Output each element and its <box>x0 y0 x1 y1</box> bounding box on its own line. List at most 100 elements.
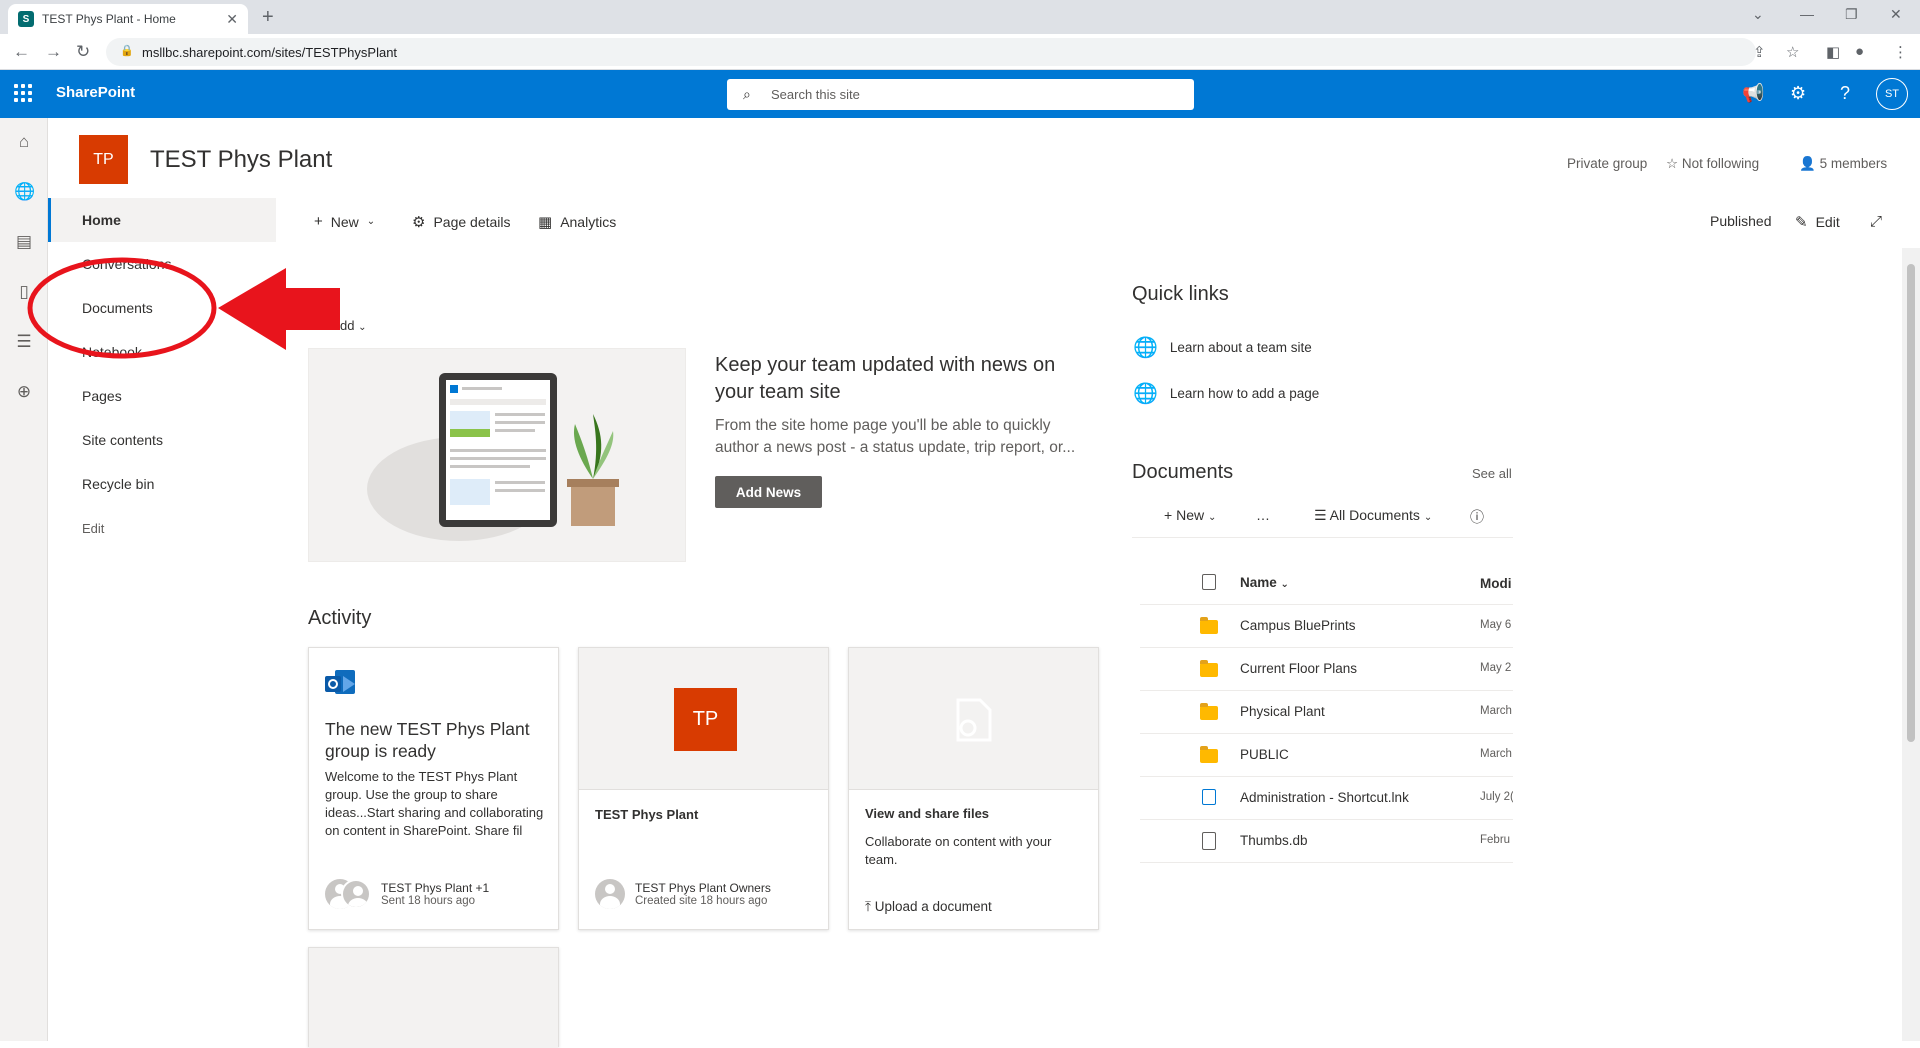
expand-icon[interactable]: ⤢ <box>1870 213 1882 230</box>
add-news-button[interactable]: Add News <box>715 476 822 508</box>
nav-item-recycle-bin[interactable]: Recycle bin <box>48 462 276 506</box>
name-column-header[interactable]: Name ⌄ <box>1240 575 1289 590</box>
table-row[interactable]: PUBLIC March <box>1140 734 1513 777</box>
news-illustration <box>308 348 686 562</box>
activity-card-group-ready[interactable]: The new TEST Phys Plant group is ready W… <box>308 647 559 930</box>
see-all-link[interactable]: See all <box>1472 466 1512 481</box>
item-name[interactable]: Physical Plant <box>1240 704 1325 719</box>
page-details-label: Page details <box>433 214 511 230</box>
nav-item-documents[interactable]: Documents <box>48 286 276 330</box>
person-icon: 👤 <box>1799 156 1820 171</box>
profile-icon[interactable]: ● <box>1855 43 1864 60</box>
new-tab-icon[interactable]: + <box>262 6 274 29</box>
more-options-icon[interactable]: … <box>1256 507 1270 523</box>
item-name[interactable]: Thumbs.db <box>1240 833 1308 848</box>
file-type-icon <box>1202 574 1216 590</box>
analytics-label: Analytics <box>560 214 617 230</box>
folder-icon <box>1200 746 1218 763</box>
list-view-icon: ☰ <box>1314 507 1330 523</box>
info-icon[interactable]: ⓘ <box>1470 507 1484 527</box>
page-details-button[interactable]: ⚙ Page details <box>412 213 511 231</box>
create-plus-icon[interactable]: ⊕ <box>14 382 34 402</box>
app-launcher-icon[interactable] <box>14 84 32 102</box>
table-row[interactable]: Campus BluePrints May 6 <box>1140 605 1513 648</box>
close-tab-icon[interactable]: ✕ <box>226 11 238 28</box>
table-row[interactable]: Current Floor Plans May 2 <box>1140 648 1513 691</box>
globe-icon[interactable]: 🌐 <box>14 182 35 202</box>
news-body: From the site home page you'll be able t… <box>715 417 1076 456</box>
nav-item-site-contents[interactable]: Site contents <box>48 418 276 462</box>
news-icon[interactable]: ▤ <box>14 232 34 252</box>
user-avatar[interactable]: ST <box>1876 78 1908 110</box>
back-icon[interactable]: ← <box>13 42 30 62</box>
help-icon[interactable]: ? <box>1840 83 1850 104</box>
document-placeholder-icon <box>956 698 992 742</box>
activity-card-partial[interactable] <box>308 947 559 1048</box>
sharepoint-app-name[interactable]: SharePoint <box>56 84 135 101</box>
settings-gear-icon[interactable]: ⚙ <box>1790 83 1806 104</box>
activity-card-site[interactable]: TP TEST Phys Plant TEST Phys Plant Owner… <box>578 647 829 930</box>
plus-icon: + <box>314 213 323 230</box>
restore-icon[interactable]: ❐ <box>1845 6 1858 23</box>
chevron-down-icon: ⌄ <box>1423 512 1433 523</box>
nav-item-conversations[interactable]: Conversations <box>48 242 276 286</box>
gear-icon: ⚙ <box>412 214 426 231</box>
folder-icon <box>1200 703 1218 720</box>
side-panel-icon[interactable]: ◧ <box>1826 43 1840 61</box>
scrollbar-thumb[interactable] <box>1907 264 1915 742</box>
table-row[interactable]: Administration - Shortcut.lnk July 2( <box>1140 777 1513 820</box>
activity-card-files[interactable]: View and share files Collaborate on cont… <box>848 647 1099 930</box>
generic-file-icon <box>1202 832 1216 850</box>
browser-menu-icon[interactable]: ⋮ <box>1893 43 1908 61</box>
forward-icon[interactable]: → <box>45 42 62 62</box>
megaphone-icon[interactable]: 📢 <box>1742 83 1764 104</box>
page-scrollbar[interactable] <box>1902 248 1920 1041</box>
quick-link[interactable]: 🌐 Learn how to add a page <box>1133 381 1319 406</box>
new-button[interactable]: + New ⌄ <box>314 213 375 230</box>
person-avatar-icon <box>595 879 625 909</box>
site-logo[interactable]: TP <box>79 135 128 184</box>
file-icon[interactable]: ▯ <box>14 282 34 302</box>
nav-edit-link[interactable]: Edit <box>48 506 276 550</box>
table-row[interactable]: Physical Plant March <box>1140 691 1513 734</box>
url-field[interactable]: 🔒 msllbc.sharepoint.com/sites/TESTPhysPl… <box>106 38 1756 66</box>
activity-heading: Activity <box>308 607 372 629</box>
nav-item-home[interactable]: Home <box>48 198 276 242</box>
site-title[interactable]: TEST Phys Plant <box>150 146 332 174</box>
home-icon[interactable]: ⌂ <box>14 132 34 152</box>
globe-icon: 🌐 <box>1133 337 1158 359</box>
search-icon: ⌕ <box>743 86 751 102</box>
minimize-icon[interactable]: — <box>1800 6 1814 22</box>
share-icon[interactable]: ⇪ <box>1753 43 1766 61</box>
doc-new-button[interactable]: + New ⌄ <box>1164 507 1216 523</box>
item-name[interactable]: PUBLIC <box>1240 747 1289 762</box>
members-button[interactable]: 👤 5 members <box>1799 156 1887 172</box>
card-description: Collaborate on content with your team. <box>865 834 1052 867</box>
item-name[interactable]: Campus BluePrints <box>1240 618 1356 633</box>
upload-label: Upload a document <box>874 899 992 914</box>
card-preview <box>849 648 1098 790</box>
sharepoint-favicon-icon: S <box>18 11 34 27</box>
bookmark-star-icon[interactable]: ☆ <box>1786 43 1799 61</box>
table-row[interactable]: Thumbs.db Febru <box>1140 820 1513 863</box>
upload-document-link[interactable]: ⤒ Upload a document <box>865 899 992 915</box>
reload-icon[interactable]: ↻ <box>76 42 90 62</box>
follow-button[interactable]: ☆ Not following <box>1666 156 1759 172</box>
nav-item-pages[interactable]: Pages <box>48 374 276 418</box>
site-search-input[interactable]: ⌕ Search this site <box>727 79 1194 110</box>
nav-item-notebook[interactable]: Notebook <box>48 330 276 374</box>
analytics-button[interactable]: ▦ Analytics <box>538 213 616 231</box>
lists-icon[interactable]: ☰ <box>14 332 34 352</box>
close-window-icon[interactable]: ✕ <box>1890 6 1902 23</box>
item-name[interactable]: Current Floor Plans <box>1240 661 1357 676</box>
quick-links-heading: Quick links <box>1132 283 1229 305</box>
quick-link[interactable]: 🌐 Learn about a team site <box>1133 335 1312 360</box>
edit-page-button[interactable]: ✎ Edit <box>1795 213 1840 231</box>
browser-tab[interactable]: S TEST Phys Plant - Home ✕ <box>8 4 248 34</box>
url-text: msllbc.sharepoint.com/sites/TESTPhysPlan… <box>142 44 398 60</box>
view-selector[interactable]: ☰ All Documents ⌄ <box>1314 507 1432 524</box>
item-name[interactable]: Administration - Shortcut.lnk <box>1240 790 1409 805</box>
modified-column-header[interactable]: Modi <box>1480 576 1513 591</box>
news-add-dropdown[interactable]: dd ⌄ <box>340 318 366 333</box>
tab-search-icon[interactable]: ⌄ <box>1752 6 1764 23</box>
